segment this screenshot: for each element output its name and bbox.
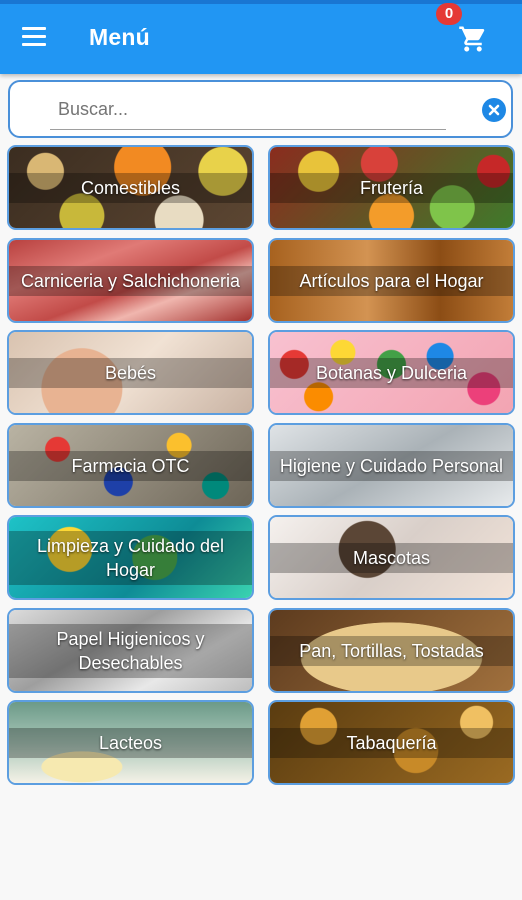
category-tile-bebes[interactable]: Bebés	[7, 330, 254, 415]
page-title: Menú	[89, 24, 150, 50]
category-label: Tabaquería	[346, 732, 437, 753]
category-label: Mascotas	[352, 547, 431, 568]
cart-count-badge: 0	[436, 3, 462, 25]
category-tile-tabaqueria[interactable]: Tabaquería	[268, 700, 515, 785]
category-label: Limpieza y Cuidado del Hogar	[36, 535, 225, 580]
category-label: Frutería	[359, 177, 424, 198]
search-bar	[8, 80, 513, 138]
category-tile-pan[interactable]: Pan, Tortillas, Tostadas	[268, 608, 515, 693]
close-circle-icon[interactable]	[482, 98, 506, 122]
category-label: Carniceria y Salchichoneria	[20, 270, 241, 291]
category-label: Bebés	[104, 362, 157, 383]
category-tile-botanas[interactable]: Botanas y Dulceria	[268, 330, 515, 415]
category-label: Lacteos	[98, 732, 163, 753]
category-tile-papel[interactable]: Papel Higienicos y Desechables	[7, 608, 254, 693]
app-bar: Menú 0	[0, 0, 522, 74]
category-tile-farmacia[interactable]: Farmacia OTC	[7, 423, 254, 508]
category-tile-fruteria[interactable]: Frutería	[268, 145, 515, 230]
category-label: Higiene y Cuidado Personal	[279, 455, 504, 476]
hamburger-menu-icon[interactable]	[22, 27, 48, 49]
category-label: Papel Higienicos y Desechables	[56, 628, 205, 673]
search-input[interactable]	[50, 90, 446, 130]
category-tile-carniceria[interactable]: Carniceria y Salchichoneria	[7, 238, 254, 323]
category-tile-lacteos[interactable]: Lacteos	[7, 700, 254, 785]
category-tile-limpieza[interactable]: Limpieza y Cuidado del Hogar	[7, 515, 254, 600]
category-label: Pan, Tortillas, Tostadas	[299, 640, 484, 661]
category-tile-comestibles[interactable]: Comestibles	[7, 145, 254, 230]
shopping-cart-icon[interactable]	[458, 24, 488, 54]
category-tile-higiene[interactable]: Higiene y Cuidado Personal	[268, 423, 515, 508]
category-tile-mascotas[interactable]: Mascotas	[268, 515, 515, 600]
category-label: Botanas y Dulceria	[315, 362, 468, 383]
category-label: Comestibles	[80, 177, 181, 198]
category-label: Artículos para el Hogar	[299, 270, 484, 291]
category-tile-articulos-hogar[interactable]: Artículos para el Hogar	[268, 238, 515, 323]
category-label: Farmacia OTC	[71, 455, 190, 476]
